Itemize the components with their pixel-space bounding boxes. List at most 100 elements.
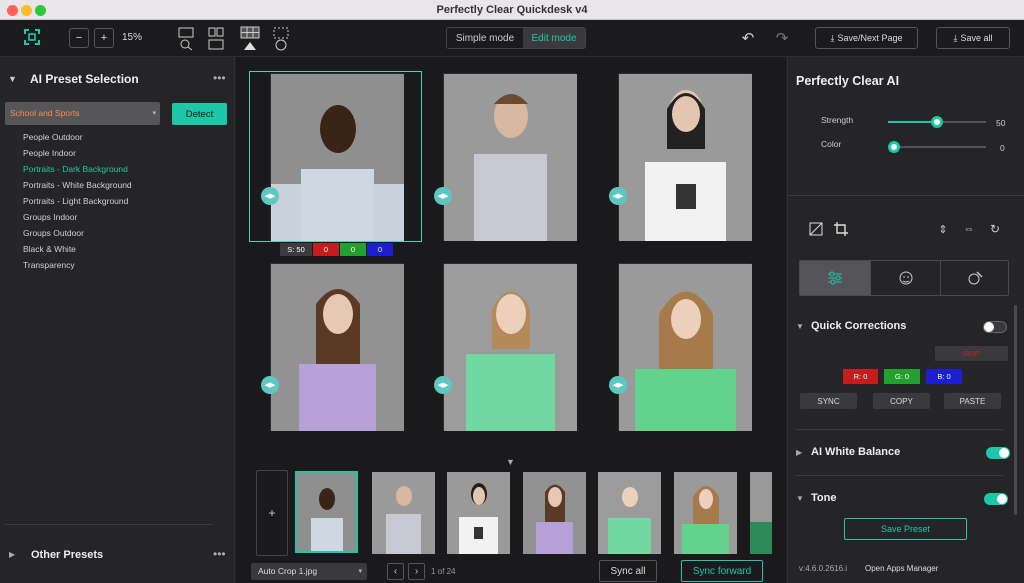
compare-slider-icon[interactable]: ◀▶	[609, 187, 627, 205]
single-view-icon[interactable]	[177, 26, 195, 52]
undo-icon[interactable]: ↶	[740, 30, 756, 47]
preset-transparency[interactable]: Transparency	[23, 260, 75, 270]
color-handle[interactable]	[888, 141, 900, 153]
face-retouch-icon	[899, 271, 912, 285]
app-logo-icon	[24, 29, 40, 45]
redo-icon[interactable]: ↷	[774, 30, 790, 47]
compare-view-icon[interactable]	[207, 26, 225, 52]
adjustments-tab[interactable]	[800, 261, 870, 295]
compare-slider-icon[interactable]: ◀▶	[434, 376, 452, 394]
photo-1[interactable]	[270, 73, 404, 241]
collapse-icon[interactable]: ▼	[8, 74, 17, 84]
previous-page-button[interactable]: ‹	[387, 563, 404, 580]
strength-fill	[888, 121, 937, 123]
quick-corrections-collapse-icon[interactable]: ▼	[796, 322, 804, 331]
version-label: v:4.6.0.2616.i	[799, 564, 848, 573]
crop-icon[interactable]	[833, 221, 849, 237]
thumbnail-6[interactable]	[674, 472, 737, 554]
next-page-button[interactable]: ›	[408, 563, 425, 580]
color-slider[interactable]	[888, 141, 986, 153]
save-preset-button[interactable]: Save Preset	[844, 518, 967, 540]
preset-portraits-white[interactable]: Portraits - White Background	[23, 180, 132, 190]
toolbar: − + 15% Simple mode Edit mode ↶ ↷ ⤓ Save/…	[0, 20, 1024, 57]
edit-mode-button[interactable]: Edit mode	[523, 28, 585, 48]
save-icon: ⤓	[830, 32, 835, 43]
thumbnail-4[interactable]	[523, 472, 586, 554]
blue-correction[interactable]: B: 0	[926, 369, 962, 384]
face-tab[interactable]	[870, 261, 940, 295]
image-grid: ◀▶ ◀▶ ◀▶ ◀▶ ◀▶ ◀▶ S: 50 0 0 0 ▼ + Auto C…	[236, 57, 786, 583]
add-image-button[interactable]: +	[256, 470, 288, 556]
zoom-in-button[interactable]: +	[94, 28, 114, 48]
preset-people-indoor[interactable]: People Indoor	[23, 148, 76, 158]
zoom-window-button[interactable]	[35, 5, 46, 16]
preset-groups-outdoor[interactable]: Groups Outdoor	[23, 228, 84, 238]
red-badge: 0	[313, 243, 339, 256]
compare-slider-icon[interactable]: ◀▶	[434, 187, 452, 205]
exposure-icon[interactable]	[808, 221, 824, 237]
thumbnail-1[interactable]	[295, 471, 358, 553]
copy-button[interactable]: COPY	[873, 393, 930, 409]
photo-6[interactable]	[618, 263, 752, 431]
panel-title: Perfectly Clear AI	[796, 74, 900, 88]
effects-tab[interactable]	[940, 261, 1008, 295]
preset-groups-indoor[interactable]: Groups Indoor	[23, 212, 77, 222]
compare-slider-icon[interactable]: ◀▶	[261, 376, 279, 394]
photo-5[interactable]	[443, 263, 577, 431]
filmstrip-toggle-icon[interactable]: ▼	[506, 457, 515, 467]
preset-portraits-dark[interactable]: Portraits - Dark Background	[23, 164, 128, 174]
open-apps-manager-link[interactable]: Open Apps Manager	[865, 564, 938, 573]
red-correction[interactable]: R: 0	[843, 369, 878, 384]
minimize-window-button[interactable]	[21, 5, 32, 16]
flip-horizontal-icon[interactable]: ⇔	[961, 221, 977, 237]
preset-dropdown[interactable]: School and Sports ▾	[5, 102, 160, 125]
skip-button[interactable]: SKIP	[935, 346, 1008, 361]
thumbnail-3[interactable]	[447, 472, 510, 554]
simple-mode-button[interactable]: Simple mode	[447, 28, 523, 48]
tone-collapse-icon[interactable]: ▼	[796, 494, 804, 503]
sync-button[interactable]: SYNC	[800, 393, 857, 409]
tone-toggle[interactable]	[984, 493, 1008, 505]
photo-2[interactable]	[443, 73, 577, 241]
detect-button[interactable]: Detect	[172, 103, 227, 125]
white-balance-expand-icon[interactable]: ▶	[796, 448, 802, 457]
color-label: Color	[821, 139, 842, 149]
strength-badge: S: 50	[280, 243, 312, 256]
compare-slider-icon[interactable]: ◀▶	[609, 376, 627, 394]
right-panel: Perfectly Clear AI Strength 50 Color 0 ⇕…	[787, 57, 1024, 583]
more-options-icon[interactable]: •••	[213, 71, 226, 85]
other-presets-options-icon[interactable]: •••	[213, 547, 226, 561]
thumbnail-2[interactable]	[372, 472, 435, 554]
quick-corrections-toggle[interactable]	[983, 321, 1007, 333]
dropdown-arrow-icon: ▾	[152, 110, 156, 117]
thumbnail-5[interactable]	[598, 472, 661, 554]
green-correction[interactable]: G: 0	[884, 369, 920, 384]
strength-slider[interactable]	[888, 116, 986, 128]
thumbnail-7[interactable]	[750, 472, 772, 554]
flip-vertical-icon[interactable]: ⇕	[935, 221, 951, 237]
crop-preset-select[interactable]: Auto Crop 1.jpg ▾	[251, 563, 367, 580]
scrollbar[interactable]	[1014, 305, 1017, 515]
expand-icon[interactable]: ▶	[9, 550, 15, 559]
photo-4[interactable]	[270, 263, 404, 431]
paste-button[interactable]: PASTE	[944, 393, 1001, 409]
strength-handle[interactable]	[931, 116, 943, 128]
preset-people-outdoor[interactable]: People Outdoor	[23, 132, 83, 142]
sync-all-button[interactable]: Sync all	[599, 560, 657, 582]
grid-view-icon[interactable]	[239, 25, 261, 53]
tool-tabs	[799, 260, 1009, 296]
rotate-icon[interactable]: ↻	[987, 221, 1003, 237]
compare-slider-icon[interactable]: ◀▶	[261, 187, 279, 205]
left-panel: ▼ AI Preset Selection ••• School and Spo…	[0, 57, 235, 583]
zoom-out-button[interactable]: −	[69, 28, 89, 48]
sync-forward-button[interactable]: Sync forward	[681, 560, 763, 582]
preset-portraits-light[interactable]: Portraits - Light Background	[23, 196, 128, 206]
preset-black-white[interactable]: Black & White	[23, 244, 76, 254]
crop-face-icon[interactable]	[272, 26, 290, 52]
close-window-button[interactable]	[7, 5, 18, 16]
white-balance-toggle[interactable]	[986, 447, 1010, 459]
save-all-button[interactable]: ⤓ Save all	[936, 27, 1010, 49]
divider	[795, 429, 1003, 430]
photo-3[interactable]	[618, 73, 752, 241]
save-next-page-button[interactable]: ⤓ Save/Next Page	[815, 27, 918, 49]
